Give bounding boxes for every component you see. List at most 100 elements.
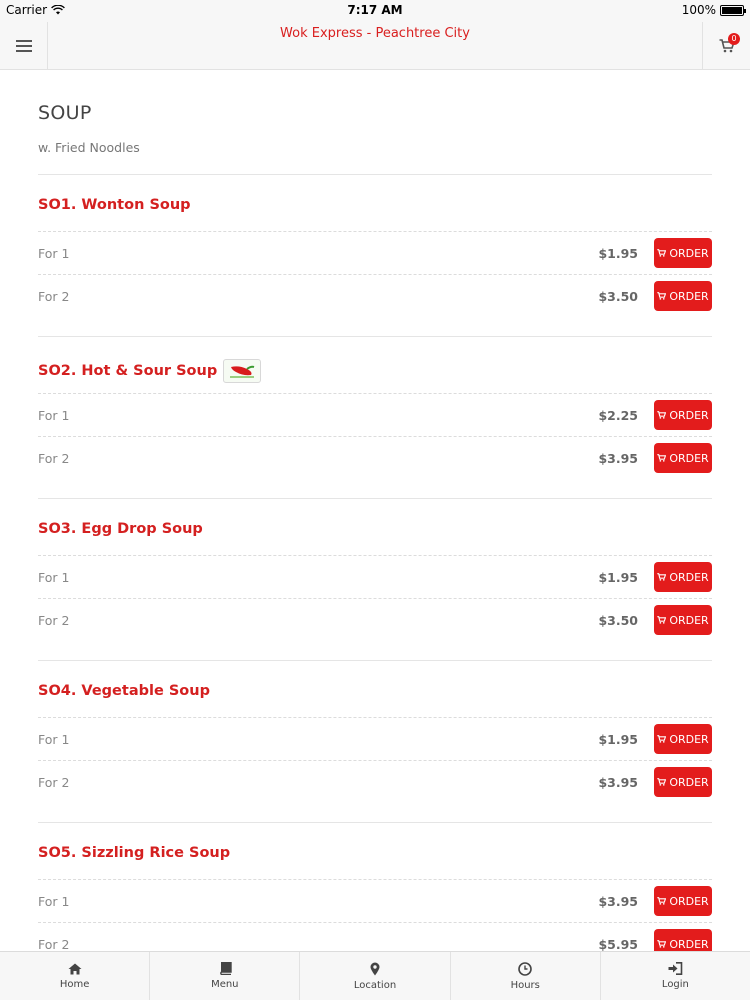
menu-items-list: SO1. Wonton Soup For 1 $1.95 ORDER For 2 $3.5… [38,175,712,951]
tab-label-menu: Menu [211,979,239,990]
order-button[interactable]: ORDER [654,605,712,635]
order-label: ORDER [669,775,709,789]
tab-login[interactable]: Login [599,952,750,1000]
cart-icon [657,940,667,948]
order-label: ORDER [669,732,709,746]
menu-item: SO5. Sizzling Rice Soup For 1 $3.95 ORDER Fo… [38,823,712,951]
cart-icon [657,573,667,581]
portion-size: For 2 [38,774,70,790]
cart-button[interactable]: 0 [702,22,750,70]
price-option-row: For 1 $1.95 ORDER [38,717,712,760]
menu-item: SO3. Egg Drop Soup For 1 $1.95 ORDER For 2 $3… [38,499,712,661]
menu-item-title[interactable]: SO4. Vegetable Soup [38,683,210,699]
tab-hours[interactable]: Hours [449,952,600,1000]
hot-pepper-icon [230,365,255,378]
order-button[interactable]: ORDER [654,281,712,311]
order-label: ORDER [669,246,709,260]
order-label: ORDER [669,451,709,465]
portion-size: For 2 [38,288,70,304]
menu-item-name: SO2. Hot & Sour Soup [38,363,218,379]
order-button[interactable]: ORDER [654,929,712,951]
book-icon [219,962,232,975]
tab-label-hours: Hours [510,979,540,991]
menu-item-title[interactable]: SO3. Egg Drop Soup [38,521,203,537]
cart-icon [657,778,667,786]
portion-size: For 1 [38,569,70,585]
battery-percent: 100% [681,3,716,17]
tab-label-home: Home [59,978,90,990]
spicy-badge [223,359,262,383]
order-button[interactable]: ORDER [654,238,712,268]
cart-icon [657,735,667,743]
portion-price: $3.50 [598,288,638,304]
portion-size: For 1 [38,407,70,423]
home-icon [68,963,82,974]
menu-item-title[interactable]: SO1. Wonton Soup [38,197,191,213]
cart-icon [657,454,667,462]
price-option-row: For 1 $1.95 ORDER [38,555,712,598]
order-label: ORDER [669,570,709,584]
portion-size: For 1 [38,245,70,261]
menu-item-name: SO3. Egg Drop Soup [38,521,203,537]
menu-item: SO4. Vegetable Soup For 1 $1.95 ORDER For 2 $… [38,661,712,823]
order-label: ORDER [669,613,709,627]
cart-icon [657,249,667,257]
order-button[interactable]: ORDER [654,400,712,430]
menu-item-title[interactable]: SO5. Sizzling Rice Soup [38,845,230,861]
price-option-row: For 1 $3.95 ORDER [38,879,712,922]
price-option-row: For 1 $1.95 ORDER [38,231,712,274]
order-label: ORDER [669,408,709,422]
menu-button[interactable] [0,22,48,70]
cart-icon [657,292,667,300]
portion-price: $1.95 [598,731,638,747]
portion-price: $3.50 [598,612,638,628]
section-subtitle: w. Fried Noodles [38,140,140,155]
menu-item-title[interactable]: SO2. Hot & Sour Soup [38,359,262,383]
cart-icon [657,411,667,419]
portion-price: $3.95 [598,450,638,466]
tab-label-login: Login [661,979,689,990]
tab-menu[interactable]: Menu [149,952,299,1000]
app-header: Wok Express - Peachtree City 0 [0,22,750,70]
section-title: SOUP [38,102,92,124]
tab-home[interactable]: Home [0,952,149,1000]
price-option-row: For 2 $3.50 ORDER [38,274,712,317]
order-button[interactable]: ORDER [654,767,712,797]
tab-label-location: Location [353,979,397,991]
menu-item-name: SO4. Vegetable Soup [38,683,210,699]
menu-item: SO1. Wonton Soup For 1 $1.95 ORDER For 2 $3.5… [38,175,712,337]
portion-price: $2.25 [598,407,638,423]
portion-size: For 2 [38,936,70,952]
portion-price: $1.95 [598,245,638,261]
order-button[interactable]: ORDER [654,724,712,754]
menu-item-name: SO5. Sizzling Rice Soup [38,845,231,861]
restaurant-title: Wok Express - Peachtree City [280,26,470,41]
menu-item: SO2. Hot & Sour Soup For 1 $2.25 ORDER For 2… [38,337,712,499]
portion-price: $5.95 [598,936,638,952]
cart-count-badge: 0 [728,33,740,45]
clock-icon [518,961,533,976]
cart-icon [657,616,667,624]
order-button[interactable]: ORDER [654,443,712,473]
portion-size: For 1 [38,893,70,909]
bottom-tab-bar: Home Menu Location Hours Login [0,951,750,1000]
menu-content[interactable]: SOUP w. Fried Noodles SO1. Wonton Soup Fo… [0,70,750,951]
order-label: ORDER [669,894,709,908]
price-option-row: For 2 $3.95 ORDER [38,760,712,803]
status-bar: Carrier 7:17 AM 100% [0,0,750,22]
price-option-row: For 2 $3.95 ORDER [38,436,712,479]
portion-price: $3.95 [598,893,638,909]
portion-price: $1.95 [598,569,638,585]
portion-size: For 1 [38,731,70,747]
battery-icon [720,4,746,16]
portion-size: For 2 [38,612,70,628]
order-button[interactable]: ORDER [654,562,712,592]
map-pin-icon [370,962,380,975]
portion-size: For 2 [38,450,70,466]
order-button[interactable]: ORDER [654,886,712,916]
menu-item-name: SO1. Wonton Soup [38,197,191,213]
login-icon [668,962,683,975]
hamburger-icon [15,40,32,52]
cart-icon [657,897,667,905]
tab-location[interactable]: Location [299,952,449,1000]
